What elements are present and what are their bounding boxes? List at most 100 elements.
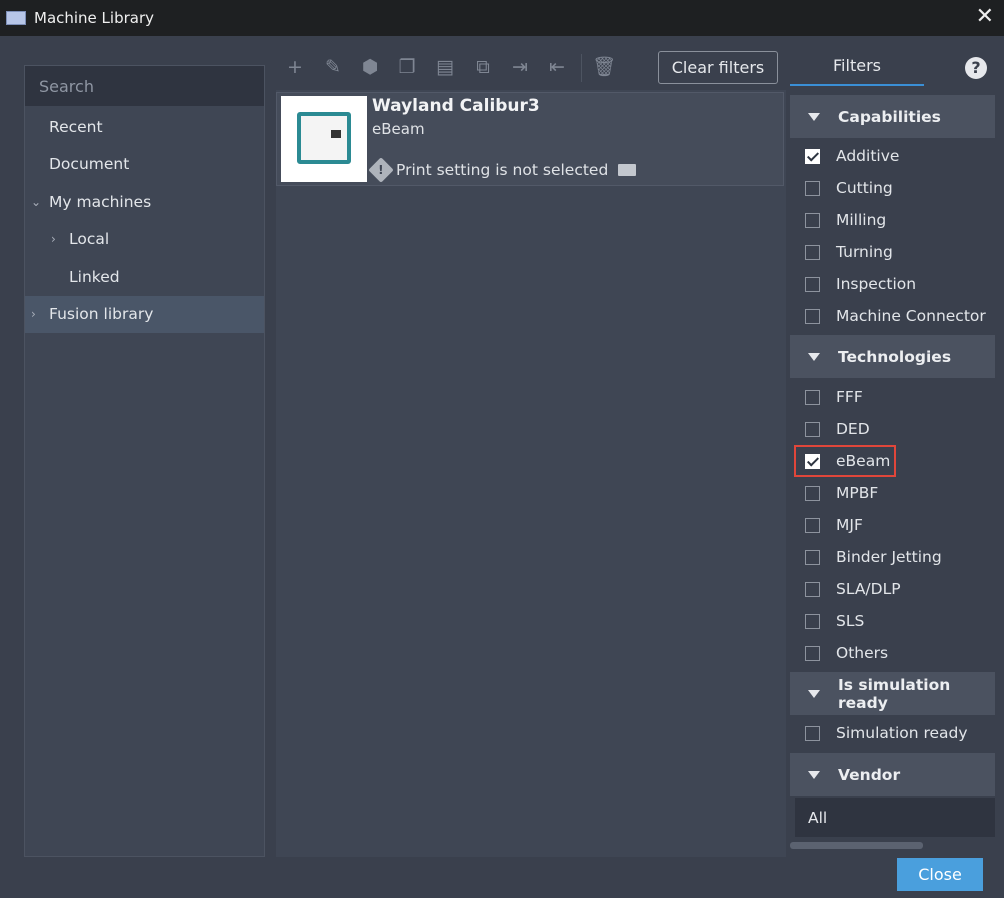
app-icon: [6, 11, 26, 25]
section-technologies[interactable]: Technologies: [790, 335, 995, 378]
checkbox-checked-icon[interactable]: [805, 148, 820, 164]
section-simulation-ready[interactable]: Is simulation ready: [790, 672, 995, 715]
filter-checkbox-fff[interactable]: FFF: [790, 381, 995, 413]
sidebar-item-fusion-library[interactable]: › Fusion library: [25, 295, 264, 333]
sidebar-item-linked[interactable]: Linked: [25, 258, 264, 296]
toolbar-divider: [581, 54, 582, 82]
copy-icon[interactable]: ❐: [396, 56, 418, 78]
filter-label: Binder Jetting: [836, 548, 942, 566]
checkbox-icon[interactable]: [805, 212, 820, 228]
sidebar-item-label: Linked: [69, 267, 120, 286]
filter-label: Simulation ready: [836, 724, 968, 742]
edit-icon[interactable]: ✎: [322, 56, 344, 78]
filters-panel: Filters ? Capabilities Technologies Is s…: [790, 46, 995, 857]
machine-card[interactable]: Wayland Calibur3 eBeam ! Print setting i…: [276, 92, 784, 186]
import-icon[interactable]: ⇥: [509, 56, 531, 78]
filter-label: Others: [836, 644, 889, 662]
toolbar: + ✎ ⬢ ❐ ▤ ⧉ ⇥ ⇤ 🗑 Clear filters: [276, 46, 786, 90]
checkbox-icon[interactable]: [805, 725, 820, 741]
warning-icon: !: [368, 157, 394, 183]
filter-checkbox-turning[interactable]: Turning: [790, 236, 995, 268]
section-title: Is simulation ready: [838, 675, 951, 712]
delete-icon[interactable]: 🗑: [592, 56, 616, 78]
box-icon[interactable]: ⬢: [359, 56, 381, 78]
filter-checkbox-simulation-ready[interactable]: Simulation ready: [790, 717, 995, 749]
triangle-down-icon: [808, 770, 820, 779]
sidebar-item-label: Fusion library: [49, 305, 154, 324]
vendor-select[interactable]: All: [795, 798, 995, 837]
paste-icon[interactable]: ▤: [434, 56, 456, 78]
checkbox-icon[interactable]: [805, 645, 820, 661]
window-close-icon[interactable]: ✕: [976, 4, 994, 29]
filter-checkbox-mjf[interactable]: MJF: [790, 509, 995, 541]
tab-filters[interactable]: Filters: [790, 46, 924, 86]
filter-label: Machine Connector: [836, 307, 986, 325]
filter-label: MPBF: [836, 484, 879, 502]
close-button[interactable]: Close: [897, 858, 983, 891]
export-icon[interactable]: ⇤: [546, 56, 568, 78]
checkbox-icon[interactable]: [805, 549, 820, 565]
filter-checkbox-ebeam[interactable]: eBeam: [790, 445, 995, 477]
machine-list-panel: + ✎ ⬢ ❐ ▤ ⧉ ⇥ ⇤ 🗑 Clear filters Wayland …: [276, 46, 786, 857]
filter-label: Milling: [836, 211, 887, 229]
sidebar-item-document[interactable]: Document: [25, 146, 264, 184]
machine-name: Wayland Calibur3: [372, 96, 540, 116]
title-bar: Machine Library ✕: [0, 0, 1004, 36]
checkbox-icon[interactable]: [805, 389, 820, 405]
filter-label: Additive: [836, 147, 900, 165]
filter-checkbox-additive[interactable]: Additive: [790, 140, 995, 172]
sidebar-item-my-machines[interactable]: ⌄ My machines: [25, 183, 264, 221]
filter-label: SLA/DLP: [836, 580, 901, 598]
filter-checkbox-inspection[interactable]: Inspection: [790, 268, 995, 300]
filter-checkbox-binder-jetting[interactable]: Binder Jetting: [790, 541, 995, 573]
filter-label: SLS: [836, 612, 865, 630]
horizontal-scrollbar[interactable]: [790, 842, 923, 849]
filter-label: FFF: [836, 388, 863, 406]
sidebar-item-label: Recent: [49, 117, 103, 136]
status-text: Print setting is not selected: [396, 161, 609, 179]
section-title: Capabilities: [838, 107, 941, 126]
checkbox-icon[interactable]: [805, 276, 820, 292]
checkbox-icon[interactable]: [805, 180, 820, 196]
clear-filters-button[interactable]: Clear filters: [658, 51, 778, 84]
window-title: Machine Library: [34, 9, 155, 27]
filter-checkbox-machine-connector[interactable]: Machine Connector: [790, 300, 995, 332]
checkbox-icon[interactable]: [805, 581, 820, 597]
section-capabilities[interactable]: Capabilities: [790, 95, 995, 138]
chevron-right-icon[interactable]: ›: [31, 307, 36, 321]
filter-checkbox-sla-dlp[interactable]: SLA/DLP: [790, 573, 995, 605]
help-icon[interactable]: ?: [965, 57, 987, 79]
section-title: Technologies: [838, 347, 952, 366]
filter-checkbox-cutting[interactable]: Cutting: [790, 172, 995, 204]
filter-checkbox-milling[interactable]: Milling: [790, 204, 995, 236]
triangle-down-icon: [808, 689, 820, 698]
sidebar-item-local[interactable]: › Local: [25, 221, 264, 259]
checkbox-icon[interactable]: [805, 485, 820, 501]
filter-label: Inspection: [836, 275, 917, 293]
chevron-right-icon[interactable]: ›: [51, 232, 56, 246]
filter-label: MJF: [836, 516, 863, 534]
sidebar-item-recent[interactable]: Recent: [25, 108, 264, 146]
filter-label: DED: [836, 420, 870, 438]
library-sidebar: Recent Document ⌄ My machines › Local Link…: [24, 65, 265, 857]
folder-icon[interactable]: [618, 164, 637, 176]
chevron-down-icon[interactable]: ⌄: [31, 195, 41, 209]
checkbox-icon[interactable]: [805, 244, 820, 260]
print-setting-status: ! Print setting is not selected: [368, 157, 637, 183]
checkbox-icon[interactable]: [805, 517, 820, 533]
checkbox-icon[interactable]: [805, 613, 820, 629]
sidebar-item-label: Document: [49, 155, 130, 174]
duplicate-icon[interactable]: ⧉: [472, 56, 494, 78]
sidebar-item-label: My machines: [49, 192, 152, 211]
filter-checkbox-mpbf[interactable]: MPBF: [790, 477, 995, 509]
filter-checkbox-others[interactable]: Others: [790, 637, 995, 669]
section-vendor[interactable]: Vendor: [790, 753, 995, 796]
checkbox-icon[interactable]: [805, 421, 820, 437]
filter-checkbox-sls[interactable]: SLS: [790, 605, 995, 637]
search-input[interactable]: [25, 66, 264, 106]
triangle-down-icon: [808, 112, 820, 121]
section-title: Vendor: [838, 765, 901, 784]
add-icon[interactable]: +: [284, 56, 306, 78]
filter-checkbox-ded[interactable]: DED: [790, 413, 995, 445]
checkbox-icon[interactable]: [805, 308, 820, 324]
